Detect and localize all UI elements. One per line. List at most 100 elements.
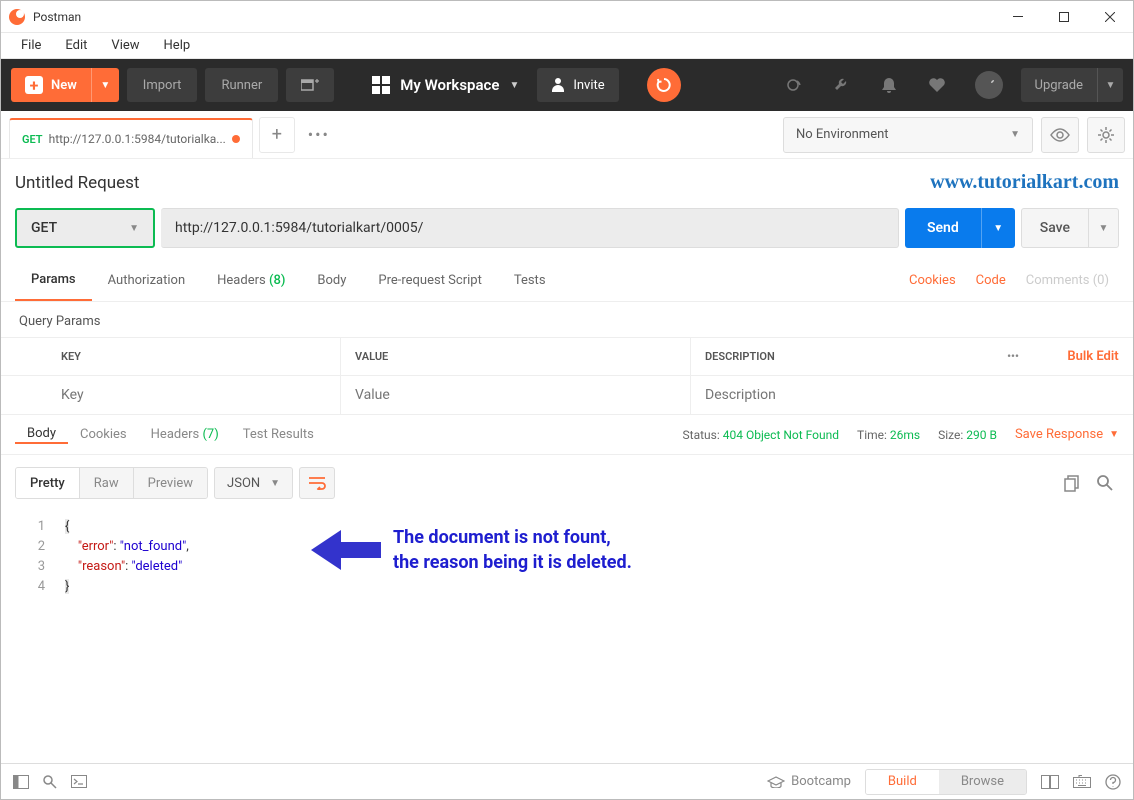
headers-count: (8) bbox=[269, 273, 285, 288]
value-input[interactable] bbox=[355, 387, 690, 403]
grid-icon bbox=[372, 76, 390, 94]
environment-name: No Environment bbox=[796, 127, 889, 142]
sync-button[interactable] bbox=[647, 68, 681, 102]
rocket-button[interactable] bbox=[975, 71, 1003, 99]
tab-tests[interactable]: Tests bbox=[498, 260, 562, 301]
watermark-text: www.tutorialkart.com bbox=[930, 171, 1119, 194]
resp-tab-tests[interactable]: Test Results bbox=[231, 425, 326, 444]
menubar: File Edit View Help bbox=[1, 33, 1133, 59]
bulk-edit-link[interactable]: Bulk Edit bbox=[1053, 349, 1133, 364]
key-input[interactable] bbox=[61, 387, 340, 403]
status-meta: Status: 404 Object Not Found bbox=[683, 428, 840, 442]
workspace-picker[interactable]: My Workspace ▼ bbox=[372, 76, 519, 94]
comments-link[interactable]: Comments (0) bbox=[1016, 273, 1119, 288]
request-title-row: Untitled Request www.tutorialkart.com bbox=[1, 159, 1133, 208]
gear-icon bbox=[1097, 126, 1115, 144]
tab-body[interactable]: Body bbox=[301, 260, 362, 301]
request-tab[interactable]: GET http://127.0.0.1:5984/tutorialka... bbox=[9, 118, 253, 158]
console-icon[interactable] bbox=[71, 775, 87, 788]
new-button[interactable]: + New ▼ bbox=[11, 68, 119, 102]
satellite-icon[interactable] bbox=[783, 75, 803, 95]
method-value: GET bbox=[31, 220, 57, 236]
menu-help[interactable]: Help bbox=[152, 38, 203, 53]
person-icon bbox=[551, 78, 565, 92]
response-body-viewer[interactable]: 1{ 2 "error": "not_found", 3 "reason": "… bbox=[1, 511, 1133, 603]
menu-edit[interactable]: Edit bbox=[53, 38, 99, 53]
new-tab-button[interactable]: + bbox=[259, 117, 295, 153]
two-pane-icon[interactable] bbox=[1041, 775, 1059, 789]
send-dropdown[interactable]: ▼ bbox=[981, 208, 1015, 248]
size-meta: Size: 290 B bbox=[938, 428, 997, 442]
heart-icon[interactable] bbox=[927, 75, 947, 95]
environment-select[interactable]: No Environment ▼ bbox=[783, 117, 1033, 153]
browse-toggle[interactable]: Browse bbox=[939, 770, 1026, 794]
save-label: Save bbox=[1022, 220, 1088, 236]
sidebar-toggle-icon[interactable] bbox=[13, 775, 29, 789]
send-button[interactable]: Send ▼ bbox=[905, 208, 1015, 248]
minimize-button[interactable] bbox=[995, 1, 1041, 33]
save-button[interactable]: Save ▼ bbox=[1021, 208, 1119, 248]
upgrade-button[interactable]: Upgrade ▼ bbox=[1021, 68, 1123, 102]
tab-authorization[interactable]: Authorization bbox=[92, 260, 202, 301]
bootcamp-button[interactable]: Bootcamp bbox=[767, 774, 851, 789]
chevron-down-icon: ▼ bbox=[1010, 129, 1020, 140]
keyboard-icon[interactable] bbox=[1073, 775, 1091, 788]
wrench-icon[interactable] bbox=[831, 75, 851, 95]
chevron-down-icon: ▼ bbox=[129, 223, 139, 234]
time-meta: Time: 26ms bbox=[857, 428, 920, 442]
new-dropdown[interactable]: ▼ bbox=[91, 68, 119, 102]
new-window-button[interactable] bbox=[286, 68, 334, 102]
url-input[interactable] bbox=[161, 208, 899, 248]
environment-settings-button[interactable] bbox=[1087, 117, 1125, 153]
resp-tab-headers[interactable]: Headers (7) bbox=[139, 425, 231, 444]
tab-prerequest[interactable]: Pre-request Script bbox=[362, 260, 497, 301]
search-button[interactable] bbox=[1091, 469, 1119, 497]
environment-view-button[interactable] bbox=[1041, 117, 1079, 153]
invite-button[interactable]: Invite bbox=[537, 68, 618, 102]
code-link[interactable]: Code bbox=[966, 273, 1016, 288]
find-icon[interactable] bbox=[43, 775, 57, 789]
save-response-button[interactable]: Save Response ▼ bbox=[1015, 427, 1119, 442]
rocket-icon bbox=[982, 78, 996, 92]
response-bar: Body Cookies Headers (7) Test Results St… bbox=[1, 415, 1133, 455]
tab-title: http://127.0.0.1:5984/tutorialka... bbox=[49, 132, 226, 146]
wrap-button[interactable] bbox=[299, 467, 335, 499]
key-header: KEY bbox=[1, 338, 341, 375]
save-dropdown[interactable]: ▼ bbox=[1088, 209, 1118, 247]
copy-button[interactable] bbox=[1057, 469, 1085, 497]
import-button[interactable]: Import bbox=[127, 68, 198, 102]
chevron-down-icon: ▼ bbox=[1109, 429, 1119, 440]
help-icon[interactable] bbox=[1105, 774, 1121, 790]
format-tabs: Pretty Raw Preview bbox=[15, 467, 208, 499]
resp-tab-cookies[interactable]: Cookies bbox=[68, 425, 139, 444]
overflow-button[interactable]: ••• bbox=[973, 350, 1053, 363]
tab-overflow-button[interactable]: ••• bbox=[301, 117, 337, 153]
upgrade-dropdown[interactable]: ▼ bbox=[1097, 68, 1123, 102]
arrow-icon bbox=[311, 530, 381, 570]
build-toggle[interactable]: Build bbox=[866, 770, 939, 794]
tab-headers[interactable]: Headers (8) bbox=[201, 260, 301, 301]
description-input[interactable] bbox=[705, 387, 973, 403]
fmt-preview[interactable]: Preview bbox=[133, 468, 207, 498]
menu-file[interactable]: File bbox=[9, 38, 53, 53]
format-select[interactable]: JSON ▼ bbox=[214, 467, 293, 499]
cookies-link[interactable]: Cookies bbox=[899, 273, 966, 288]
request-title[interactable]: Untitled Request bbox=[15, 173, 930, 193]
request-subtabs: Params Authorization Headers (8) Body Pr… bbox=[1, 260, 1133, 302]
method-select[interactable]: GET ▼ bbox=[15, 208, 155, 248]
resp-tab-body[interactable]: Body bbox=[15, 425, 68, 444]
table-row bbox=[1, 376, 1133, 414]
menu-view[interactable]: View bbox=[99, 38, 151, 53]
close-button[interactable] bbox=[1087, 1, 1133, 33]
postman-icon bbox=[9, 9, 25, 25]
maximize-button[interactable] bbox=[1041, 1, 1087, 33]
eye-icon bbox=[1050, 128, 1070, 142]
new-label: New bbox=[51, 78, 77, 93]
tab-params[interactable]: Params bbox=[15, 260, 92, 301]
fmt-pretty[interactable]: Pretty bbox=[16, 468, 79, 498]
bell-icon[interactable] bbox=[879, 75, 899, 95]
wrap-icon bbox=[308, 476, 326, 490]
fmt-raw[interactable]: Raw bbox=[79, 468, 133, 498]
runner-button[interactable]: Runner bbox=[205, 68, 278, 102]
window-plus-icon bbox=[301, 78, 319, 92]
